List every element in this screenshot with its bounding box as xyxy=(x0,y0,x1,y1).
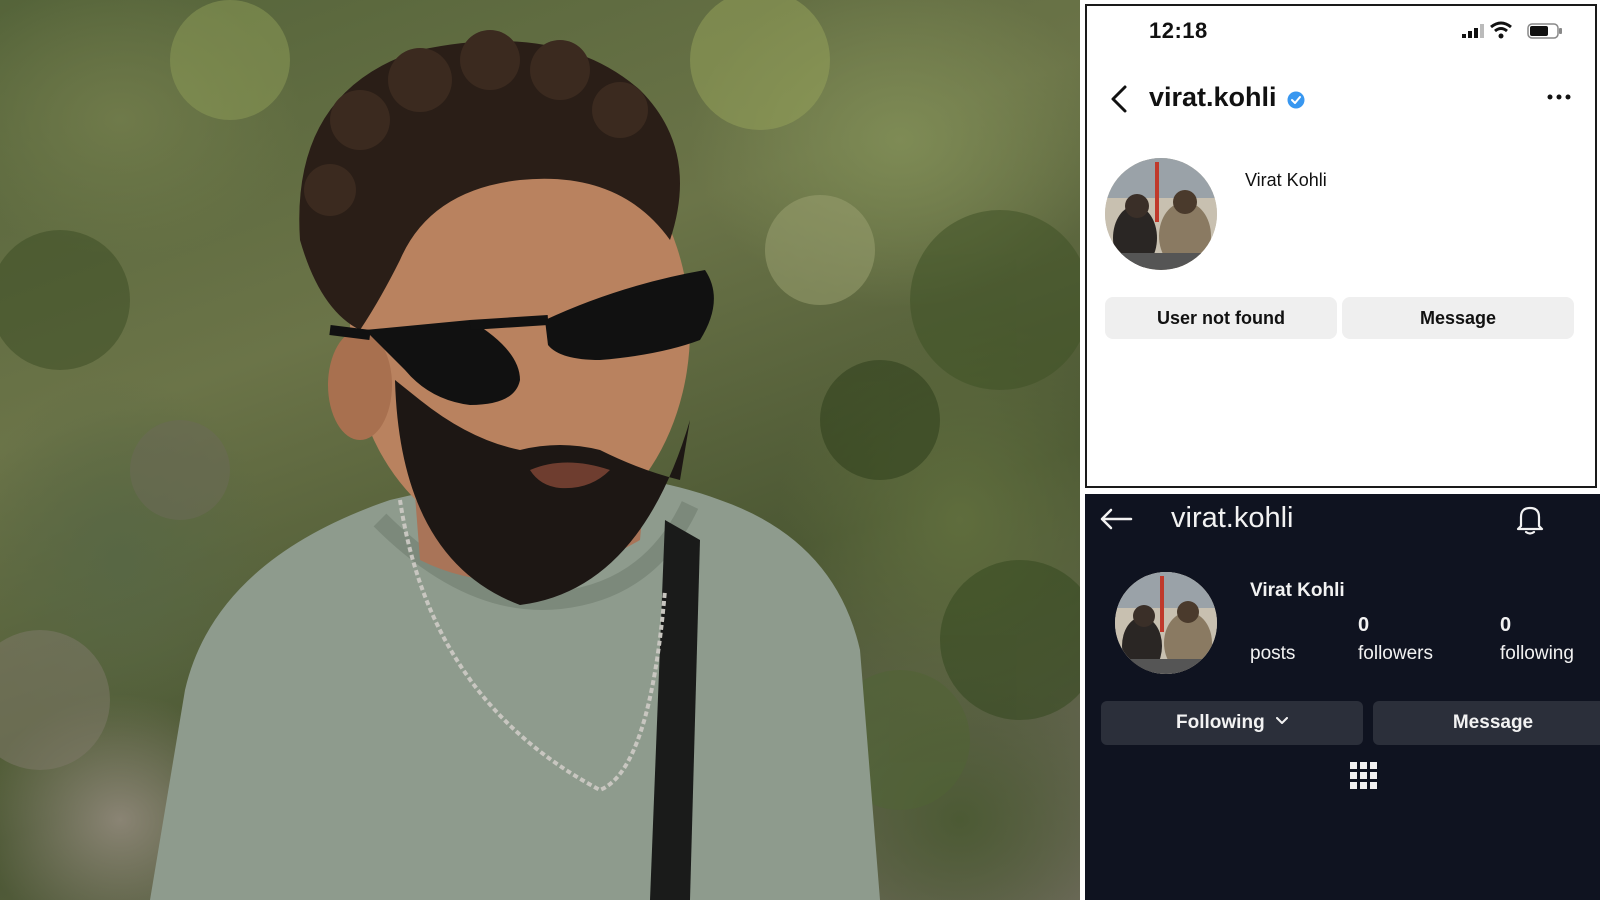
light-profile-screenshot: 12:18 virat.kohli Virat Kohli User not f… xyxy=(1085,4,1597,488)
status-time: 12:18 xyxy=(1149,18,1208,43)
following-label: following xyxy=(1500,643,1574,664)
profile-header: virat.kohli xyxy=(1087,78,1595,122)
profile-display-name: Virat Kohli xyxy=(1245,170,1327,190)
battery-icon xyxy=(1527,23,1562,39)
verified-badge-icon xyxy=(1287,91,1305,109)
portrait-photo xyxy=(0,0,1080,900)
more-icon[interactable] xyxy=(1547,94,1571,100)
followers-count: 0 xyxy=(1358,614,1370,636)
status-bar: 12:18 xyxy=(1087,6,1595,56)
profile-username: virat.kohli xyxy=(1171,502,1294,534)
avatar-photo xyxy=(1105,158,1217,270)
message-button[interactable]: Message xyxy=(1373,701,1600,745)
dark-profile-screenshot: virat.kohli Virat Kohli 0 posts 0 f xyxy=(1085,494,1600,900)
grid-icon[interactable] xyxy=(1350,762,1378,790)
followers-label: followers xyxy=(1358,643,1433,664)
chevron-down-icon xyxy=(1275,717,1288,725)
message-button[interactable]: Message xyxy=(1342,297,1574,339)
portrait-illustration xyxy=(0,0,1080,900)
signal-icon xyxy=(1462,24,1484,38)
following-button-label: Following xyxy=(1176,712,1265,733)
profile-avatar[interactable] xyxy=(1115,572,1217,674)
following-count: 0 xyxy=(1500,614,1512,636)
posts-stat[interactable]: 0 posts xyxy=(1250,614,1295,665)
following-button[interactable]: Following xyxy=(1101,701,1363,745)
profile-display-name: Virat Kohli xyxy=(1250,580,1345,601)
bell-icon[interactable] xyxy=(1515,504,1545,536)
back-chevron-icon[interactable] xyxy=(1109,84,1129,114)
screenshots-column: 12:18 virat.kohli Virat Kohli User not f… xyxy=(1080,0,1600,900)
profile-avatar[interactable] xyxy=(1105,158,1217,270)
followers-stat[interactable]: 0 followers xyxy=(1358,614,1433,665)
profile-username: virat.kohli xyxy=(1149,82,1277,112)
back-arrow-icon[interactable] xyxy=(1099,508,1133,530)
wifi-icon xyxy=(1490,21,1512,39)
following-stat[interactable]: 0 following xyxy=(1500,614,1574,665)
posts-label: posts xyxy=(1250,643,1296,664)
avatar-photo xyxy=(1115,572,1217,674)
user-not-found-button[interactable]: User not found xyxy=(1105,297,1337,339)
